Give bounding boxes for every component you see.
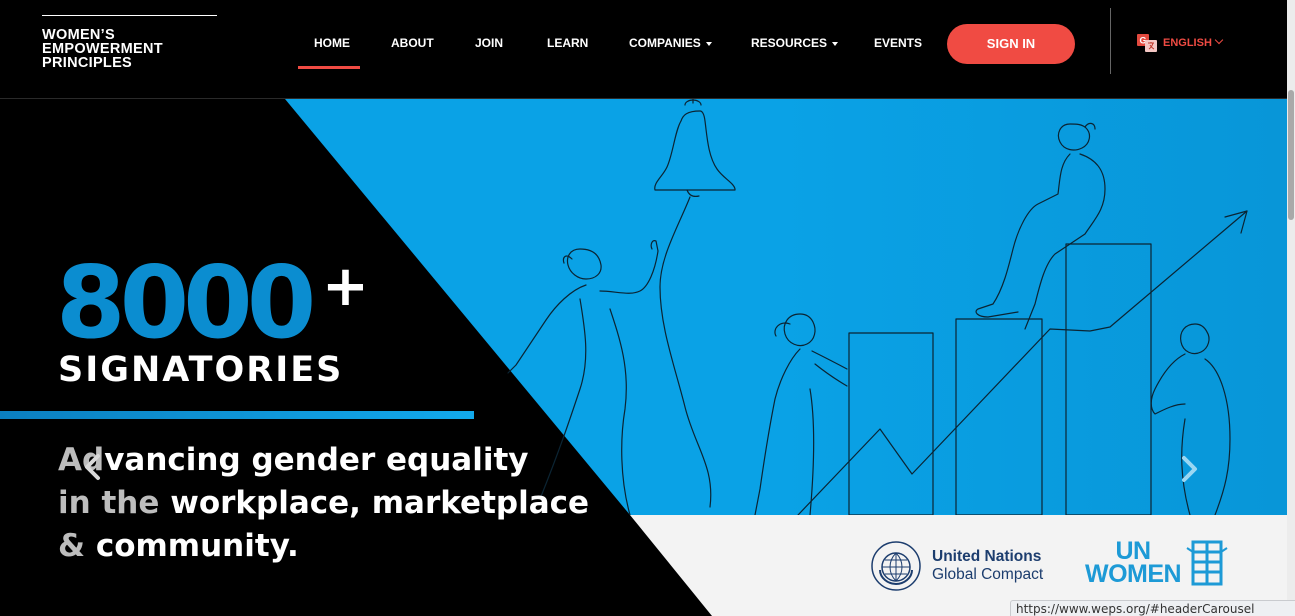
signatories-label: SIGNATORIES xyxy=(58,350,344,390)
unwomen-line-2: WOMEN xyxy=(1085,560,1182,588)
caret-down-icon xyxy=(705,41,712,46)
language-label: ENGLISH xyxy=(1163,36,1212,49)
site-logo[interactable]: WOMEN’S EMPOWERMENT PRINCIPLES xyxy=(42,15,217,70)
globe-emblem-icon xyxy=(871,541,921,591)
caret-down-icon xyxy=(832,41,839,46)
hero-carousel: 8000 + SIGNATORIES Advancing gender equa… xyxy=(0,99,1287,616)
tagline-line-3: & community. xyxy=(58,525,578,568)
chevron-left-icon[interactable] xyxy=(80,452,106,482)
nav-item-companies[interactable]: COMPANIES xyxy=(629,36,712,50)
header-divider xyxy=(1110,8,1111,74)
unwomen-emblem-icon xyxy=(1186,540,1228,586)
hero-tagline: Advancing gender equality in the workpla… xyxy=(58,439,589,568)
nav-item-learn[interactable]: LEARN xyxy=(547,36,588,50)
language-selector[interactable]: G ENGLISH xyxy=(1137,34,1224,52)
signatories-plus: + xyxy=(322,254,369,319)
scrollbar-thumb[interactable] xyxy=(1288,90,1294,220)
translate-icon: G xyxy=(1137,34,1157,52)
unwomen-text: UN WOMEN xyxy=(1085,539,1182,588)
chevron-down-icon xyxy=(1214,35,1224,45)
ungc-text: United Nations Global Compact xyxy=(932,548,1043,584)
tagline-line-2: in the workplace, marketplace xyxy=(58,482,589,525)
logo-line-1: WOMEN’S xyxy=(42,27,115,43)
tagline-line-3-muted: & xyxy=(58,528,96,564)
site-header: WOMEN’S EMPOWERMENT PRINCIPLES HOME ABOU… xyxy=(0,0,1287,99)
hero-underline xyxy=(0,411,474,419)
nav-item-join[interactable]: JOIN xyxy=(475,36,503,50)
tagline-line-3-rest: community. xyxy=(95,528,299,564)
ungc-line-2: Global Compact xyxy=(932,566,1044,583)
ungc-line-1: United Nations xyxy=(932,548,1042,565)
tagline-line-1-rest: vancing gender equality xyxy=(104,442,529,478)
nav-item-events[interactable]: EVENTS xyxy=(874,36,922,50)
nav-item-resources[interactable]: RESOURCES xyxy=(751,36,839,50)
tagline-line-1: Advancing gender equality xyxy=(58,439,578,482)
ungc-logo[interactable]: United Nations Global Compact xyxy=(870,540,1043,592)
nav-item-resources-label: RESOURCES xyxy=(751,36,828,50)
nav-item-home[interactable]: HOME xyxy=(314,36,350,50)
logo-line-2: EMPOWERMENT xyxy=(42,41,163,57)
nav-item-about[interactable]: ABOUT xyxy=(391,36,434,50)
unwomen-logo[interactable]: UN WOMEN xyxy=(1085,539,1229,588)
signatories-count: 8000 xyxy=(56,244,316,361)
active-nav-indicator xyxy=(298,66,360,69)
sign-in-button[interactable]: SIGN IN xyxy=(947,24,1075,64)
link-status-bar: https://www.weps.org/#headerCarousel xyxy=(1010,600,1295,616)
tagline-line-2-rest: workplace, marketplace xyxy=(170,485,590,521)
tagline-line-2-muted: in the xyxy=(58,485,171,521)
nav-item-companies-label: COMPANIES xyxy=(629,36,701,50)
logo-line-3: PRINCIPLES xyxy=(42,55,133,71)
chevron-right-icon[interactable] xyxy=(1176,454,1202,484)
